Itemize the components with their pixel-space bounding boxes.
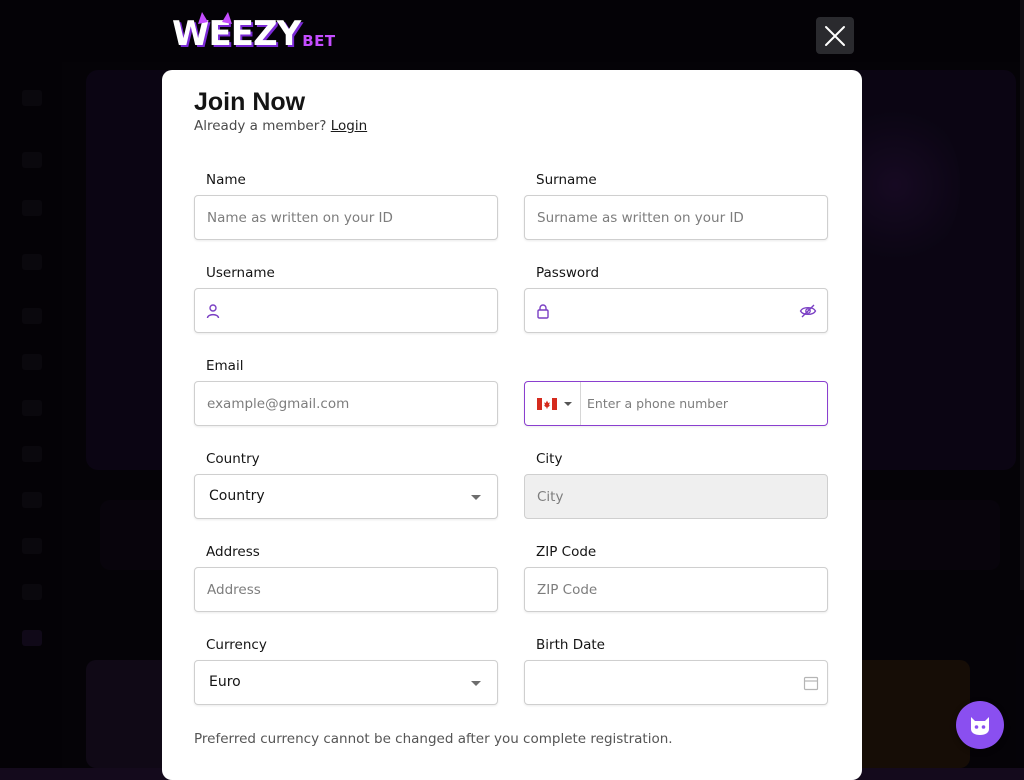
currency-select[interactable]: Euro [194,660,498,705]
login-prompt-text: Already a member? [194,118,327,134]
canada-flag-icon [537,398,557,410]
address-label: Address [206,544,260,560]
zip-field [524,567,828,612]
login-link[interactable]: Login [331,118,367,134]
username-field [194,288,498,333]
phone-country-selector[interactable] [525,382,581,425]
email-label: Email [206,358,244,374]
chevron-down-icon [564,402,572,406]
currency-note: Preferred currency cannot be changed aft… [194,731,673,747]
close-modal-button[interactable] [816,17,854,54]
birth-date-label: Birth Date [536,637,605,653]
password-field [524,288,828,333]
email-field [194,381,498,426]
address-input[interactable] [207,568,485,611]
name-field [194,195,498,240]
birth-date-field [524,660,828,705]
modal-title: Join Now [194,88,306,116]
logo-wordmark: WEEZY [172,14,301,54]
username-label: Username [206,265,275,281]
surname-label: Surname [536,172,597,188]
username-input[interactable] [229,289,457,332]
city-field [524,474,828,519]
phone-field [524,381,828,426]
chevron-down-icon [471,681,481,686]
logo-suffix: BET [302,32,336,50]
logo-ears-icon [198,12,232,24]
password-label: Password [536,265,600,281]
name-input[interactable] [207,196,485,239]
login-prompt: Already a member? Login [194,118,367,134]
eye-off-icon[interactable] [799,303,817,319]
address-field [194,567,498,612]
zip-label: ZIP Code [536,544,597,560]
weezybet-logo: WEEZY BET [172,12,336,54]
name-label: Name [206,172,246,188]
surname-input[interactable] [537,196,815,239]
phone-input[interactable] [587,382,817,425]
chat-mascot-icon [971,717,989,735]
zip-input[interactable] [537,568,815,611]
user-icon [206,304,220,319]
lock-icon [537,304,549,319]
currency-label: Currency [206,637,267,653]
close-icon [825,25,845,46]
birth-date-input[interactable] [537,661,815,704]
email-input[interactable] [207,382,485,425]
country-label: Country [206,451,260,467]
country-select-value: Country [209,488,265,504]
currency-select-value: Euro [209,674,241,690]
password-input[interactable] [559,289,787,332]
city-label: City [536,451,563,467]
chevron-down-icon [471,495,481,500]
calendar-icon[interactable] [803,675,819,691]
registration-modal: Join Now Already a member? Login Name Su… [162,70,862,780]
surname-field [524,195,828,240]
city-input [537,475,815,518]
chat-launcher-button[interactable] [956,701,1004,749]
country-select[interactable]: Country [194,474,498,519]
